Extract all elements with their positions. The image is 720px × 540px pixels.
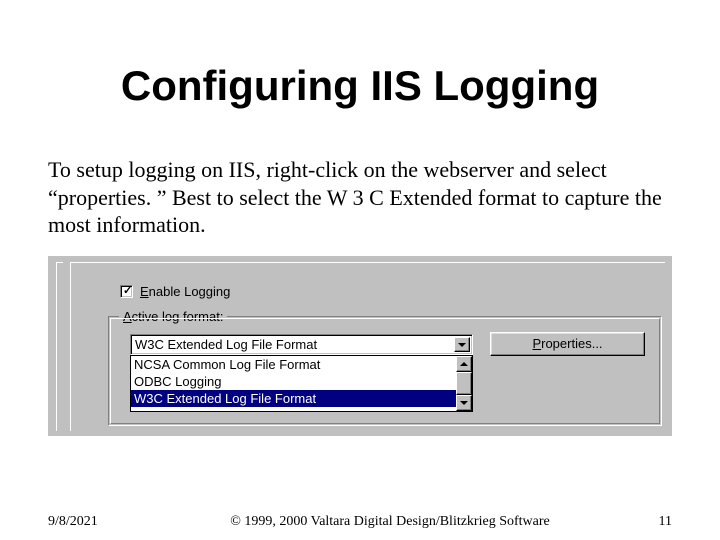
scrollbar-up-button[interactable] bbox=[456, 356, 472, 372]
scrollbar-down-button[interactable] bbox=[456, 395, 472, 411]
log-format-value: W3C Extended Log File Format bbox=[135, 337, 317, 352]
iis-dialog-screenshot: ✓ Enable Logging Active log format: W3C … bbox=[48, 256, 672, 436]
chevron-up-icon bbox=[460, 362, 468, 366]
log-format-option[interactable]: NCSA Common Log File Format bbox=[131, 356, 472, 373]
slide: Configuring IIS Logging To setup logging… bbox=[0, 0, 720, 540]
enable-logging-checkbox[interactable]: ✓ bbox=[120, 285, 133, 298]
check-mark-icon: ✓ bbox=[123, 285, 132, 298]
footer-page-number: 11 bbox=[612, 514, 672, 530]
log-format-dropdown-list[interactable]: NCSA Common Log File Format ODBC Logging… bbox=[130, 355, 473, 412]
slide-footer: 9/8/2021 © 1999, 2000 Valtara Digital De… bbox=[48, 514, 672, 530]
slide-body-text: To setup logging on IIS, right-click on … bbox=[48, 156, 672, 239]
footer-copyright: © 1999, 2000 Valtara Digital Design/Blit… bbox=[168, 514, 612, 530]
panel-border-left bbox=[56, 262, 63, 431]
dropdown-scrollbar[interactable] bbox=[456, 356, 472, 411]
properties-button[interactable]: Properties... bbox=[490, 332, 645, 356]
enable-logging-label: Enable Logging bbox=[140, 284, 230, 299]
scrollbar-thumb[interactable] bbox=[456, 372, 472, 395]
log-format-option[interactable]: ODBC Logging bbox=[131, 373, 472, 390]
slide-title: Configuring IIS Logging bbox=[0, 62, 720, 110]
log-format-combobox[interactable]: W3C Extended Log File Format bbox=[130, 334, 473, 355]
enable-logging-row: ✓ Enable Logging bbox=[120, 284, 230, 299]
chevron-down-icon bbox=[460, 401, 468, 405]
log-format-option-selected[interactable]: W3C Extended Log File Format bbox=[131, 390, 472, 407]
chevron-down-icon bbox=[458, 343, 466, 347]
footer-date: 9/8/2021 bbox=[48, 514, 168, 530]
active-log-format-caption: Active log format: bbox=[119, 309, 227, 324]
combobox-dropdown-button[interactable] bbox=[454, 337, 470, 352]
